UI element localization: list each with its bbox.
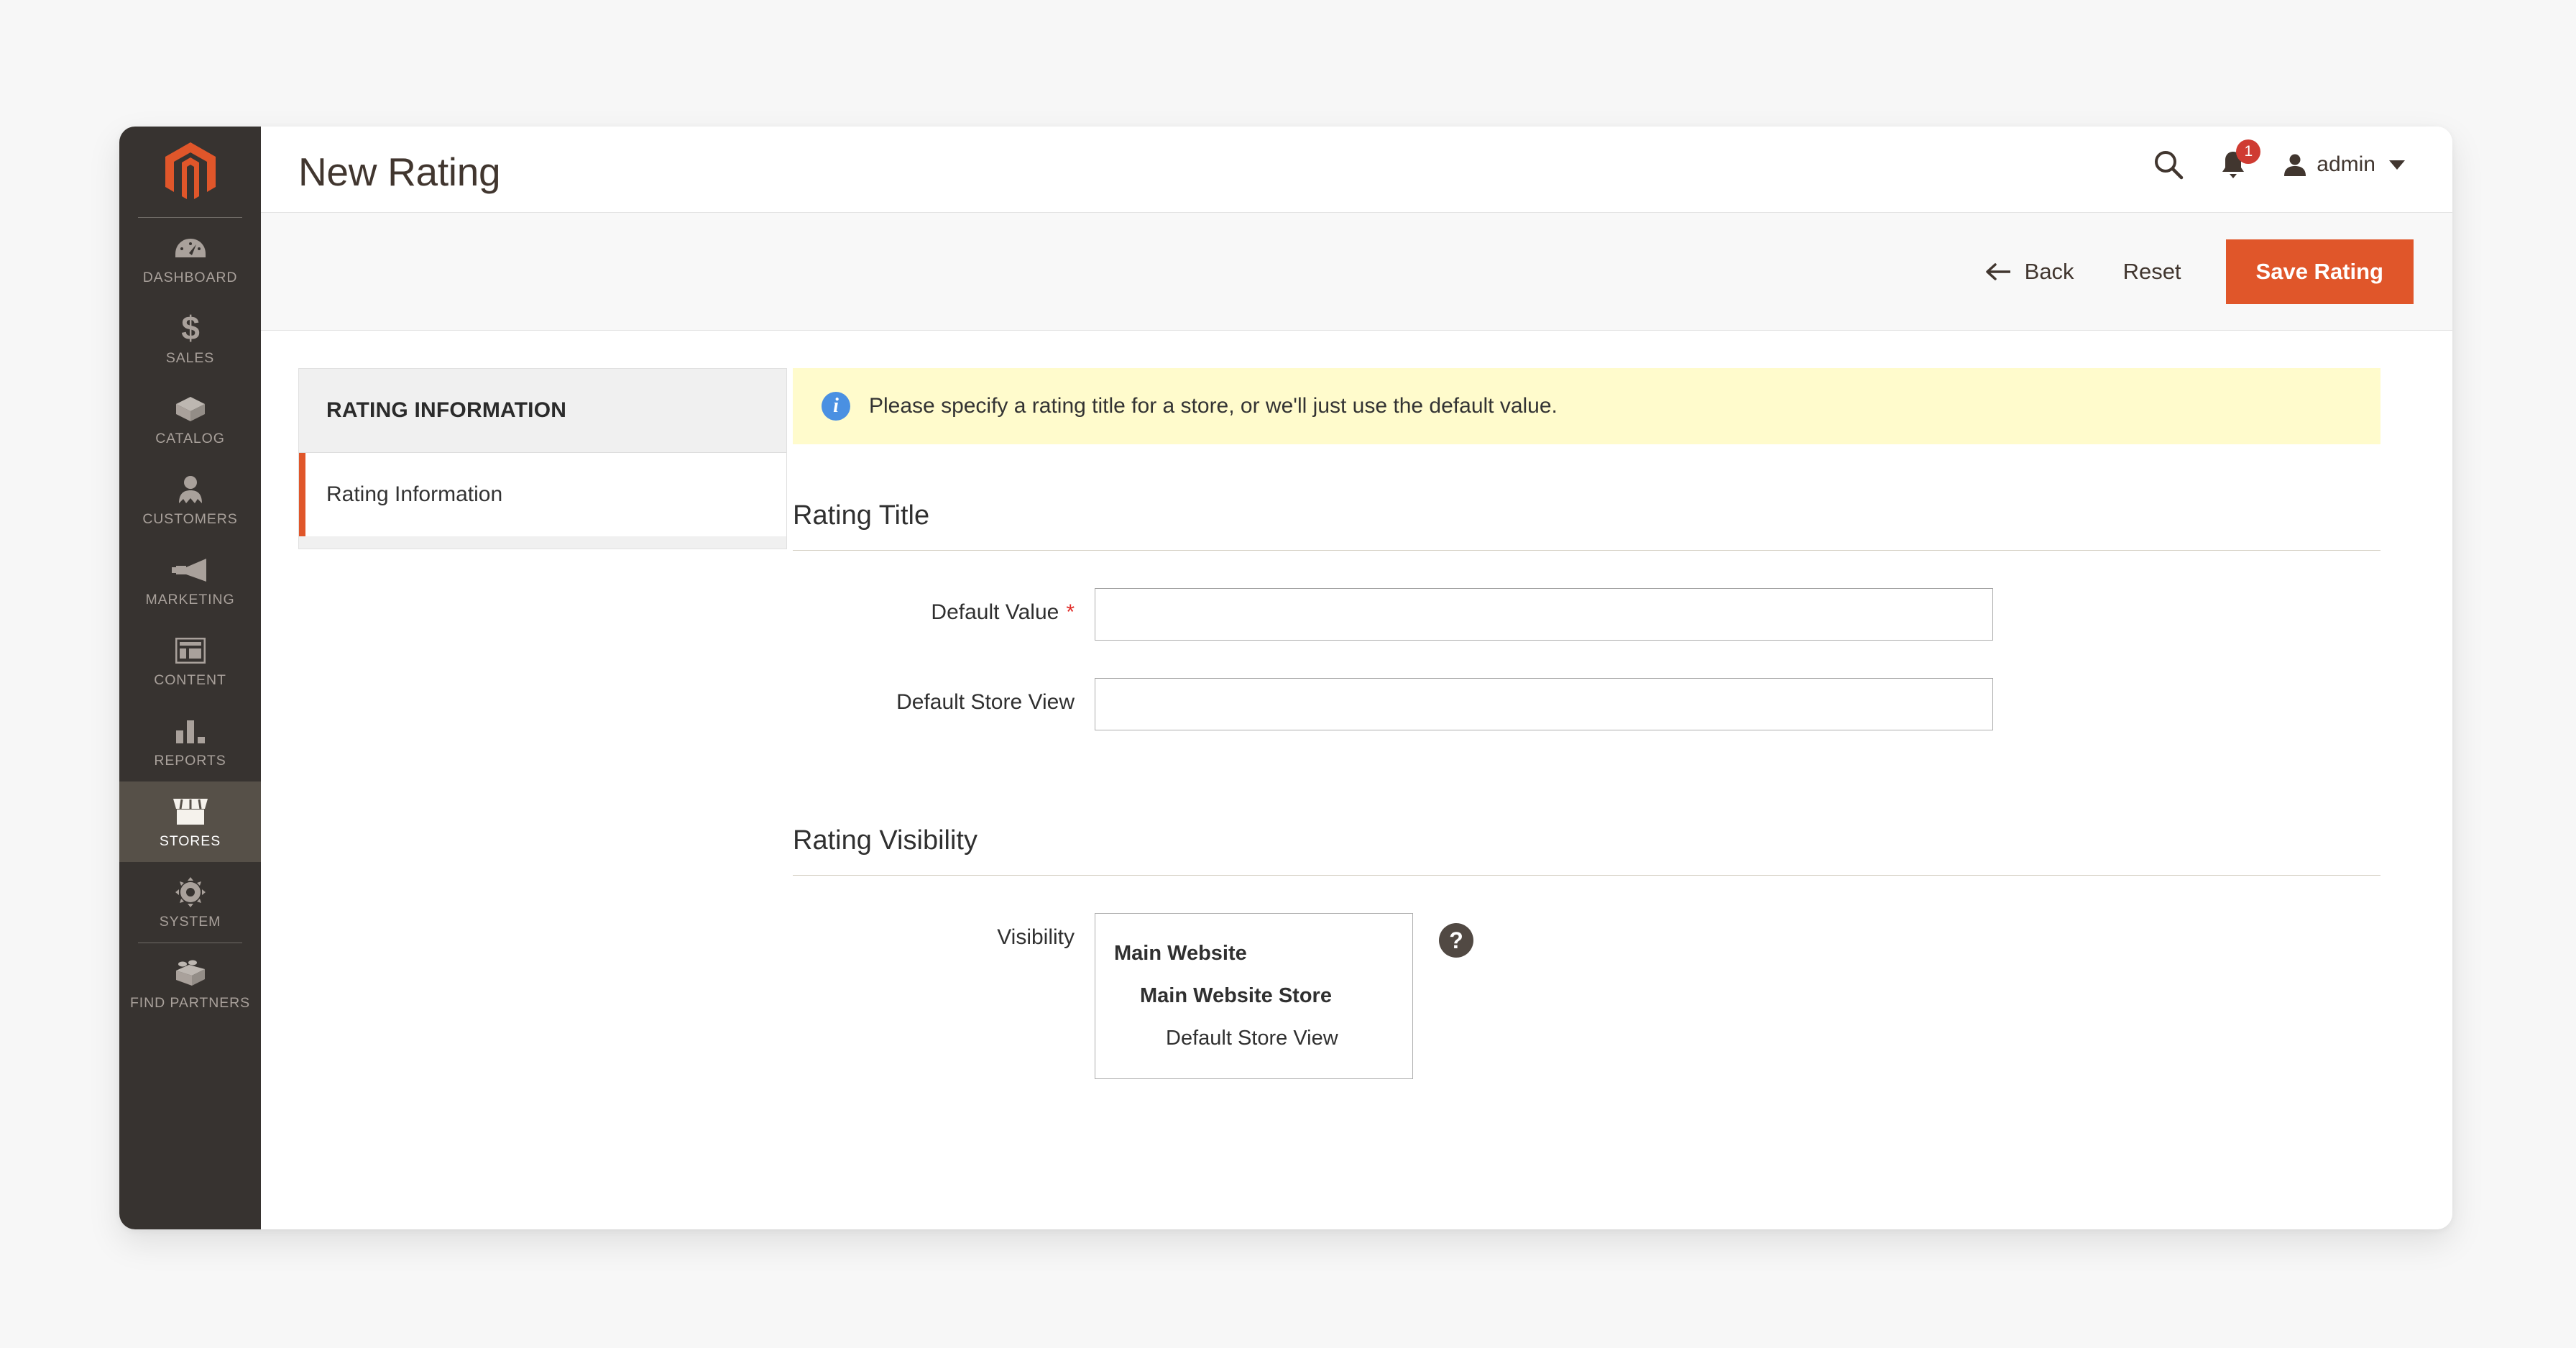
multiselect-option[interactable]: Main Website Store bbox=[1095, 975, 1412, 1017]
notification-count-badge: 1 bbox=[2236, 139, 2261, 164]
rating-visibility-heading: Rating Visibility bbox=[793, 825, 2380, 876]
left-panel: RATING INFORMATION Rating Information bbox=[261, 368, 787, 1229]
default-store-view-label-text: Default Store View bbox=[896, 690, 1075, 714]
info-icon: i bbox=[822, 392, 850, 421]
visibility-multiselect[interactable]: Main Website Main Website Store Default … bbox=[1095, 913, 1413, 1079]
sidebar-item-sales[interactable]: $ Sales bbox=[119, 298, 261, 379]
visibility-control: Main Website Main Website Store Default … bbox=[1095, 913, 2380, 1079]
gear-icon bbox=[175, 877, 206, 907]
sidebar-item-label: System bbox=[159, 914, 221, 930]
user-avatar-icon bbox=[2284, 154, 2306, 176]
sidebar-item-label: Sales bbox=[165, 350, 215, 366]
right-panel: i Please specify a rating title for a st… bbox=[750, 368, 2452, 1229]
default-value-label: Default Value * bbox=[793, 588, 1095, 626]
box-icon bbox=[173, 394, 208, 424]
field-default-value: Default Value * bbox=[793, 588, 2380, 641]
sidebar-item-find-partners[interactable]: Find Partners bbox=[119, 943, 261, 1024]
sidebar-item-stores[interactable]: Stores bbox=[119, 781, 261, 862]
sidebar-item-marketing[interactable]: Marketing bbox=[119, 540, 261, 620]
sidebar-item-label: Find Partners bbox=[130, 995, 250, 1011]
sidebar-item-label: Customers bbox=[142, 511, 238, 527]
required-marker: * bbox=[1066, 600, 1075, 624]
page-header: New Rating 1 admin bbox=[261, 127, 2452, 212]
magento-logo[interactable] bbox=[119, 127, 261, 217]
sidebar-item-dashboard[interactable]: Dashboard bbox=[119, 218, 261, 298]
person-icon bbox=[176, 474, 205, 505]
default-value-label-text: Default Value bbox=[931, 600, 1059, 624]
visibility-label: Visibility bbox=[793, 913, 1095, 951]
reset-button-label: Reset bbox=[2122, 258, 2181, 284]
default-store-view-control bbox=[1095, 678, 2380, 730]
bar-chart-icon bbox=[175, 716, 206, 746]
multiselect-option[interactable]: Default Store View bbox=[1095, 1017, 1412, 1060]
search-button[interactable] bbox=[2153, 150, 2184, 180]
default-store-view-input[interactable] bbox=[1095, 678, 1993, 730]
admin-sidebar: Dashboard $ Sales Catalog Customers Mark… bbox=[119, 127, 261, 1229]
sidebar-item-system[interactable]: System bbox=[119, 862, 261, 943]
svg-text:$: $ bbox=[181, 313, 200, 344]
search-icon bbox=[2155, 151, 2184, 180]
megaphone-icon bbox=[171, 555, 209, 585]
content-body: RATING INFORMATION Rating Information i … bbox=[261, 331, 2452, 1229]
sidebar-item-customers[interactable]: Customers bbox=[119, 459, 261, 540]
sidebar-item-label: Dashboard bbox=[142, 270, 238, 285]
tab-rating-information[interactable]: Rating Information bbox=[299, 453, 786, 536]
arrow-left-icon bbox=[1985, 262, 2010, 280]
notifications-button[interactable]: 1 bbox=[2220, 139, 2261, 179]
visibility-label-text: Visibility bbox=[997, 925, 1075, 949]
help-icon[interactable]: ? bbox=[1439, 923, 1473, 958]
sidebar-item-label: Reports bbox=[154, 753, 226, 769]
tab-label: Rating Information bbox=[326, 482, 503, 506]
field-default-store-view: Default Store View bbox=[793, 678, 2380, 730]
sidebar-item-label: Marketing bbox=[145, 592, 235, 607]
dollar-sign-icon: $ bbox=[178, 313, 203, 344]
info-message: i Please specify a rating title for a st… bbox=[793, 368, 2380, 444]
default-value-input[interactable] bbox=[1095, 588, 1993, 641]
main-content: New Rating 1 admin Back Reset Save Ratin… bbox=[261, 127, 2452, 1229]
chevron-down-icon bbox=[2389, 160, 2405, 170]
reset-button[interactable]: Reset bbox=[2123, 259, 2181, 285]
page-title: New Rating bbox=[298, 150, 501, 194]
default-value-control bbox=[1095, 588, 2380, 641]
user-name: admin bbox=[2317, 152, 2375, 176]
sidebar-item-label: Stores bbox=[159, 833, 221, 849]
multiselect-option[interactable]: Main Website bbox=[1095, 932, 1412, 975]
admin-window: Dashboard $ Sales Catalog Customers Mark… bbox=[119, 127, 2452, 1229]
header-tools: 1 admin bbox=[2153, 139, 2405, 180]
sidebar-item-label: Content bbox=[154, 672, 226, 688]
rating-information-tabs: RATING INFORMATION Rating Information bbox=[298, 368, 787, 549]
magento-logo-icon bbox=[165, 142, 216, 199]
info-message-text: Please specify a rating title for a stor… bbox=[869, 394, 1558, 418]
save-rating-button[interactable]: Save Rating bbox=[2225, 239, 2414, 304]
sidebar-item-reports[interactable]: Reports bbox=[119, 701, 261, 781]
default-store-view-label: Default Store View bbox=[793, 678, 1095, 716]
sidebar-item-content[interactable]: Content bbox=[119, 620, 261, 701]
back-button-label: Back bbox=[2024, 258, 2074, 284]
field-visibility: Visibility Main Website Main Website Sto… bbox=[793, 913, 2380, 1079]
back-button[interactable]: Back bbox=[1984, 259, 2074, 285]
storefront-icon bbox=[172, 797, 209, 827]
sidebar-item-label: Catalog bbox=[155, 431, 225, 446]
dashboard-gauge-icon bbox=[175, 233, 206, 263]
sidebar-item-catalog[interactable]: Catalog bbox=[119, 379, 261, 459]
page-actions-toolbar: Back Reset Save Rating bbox=[261, 212, 2452, 331]
user-menu[interactable]: admin bbox=[2283, 152, 2405, 177]
layout-page-icon bbox=[175, 636, 206, 666]
rating-title-heading: Rating Title bbox=[793, 500, 2380, 551]
lego-brick-icon bbox=[173, 958, 208, 989]
tabs-heading: RATING INFORMATION bbox=[299, 369, 786, 453]
